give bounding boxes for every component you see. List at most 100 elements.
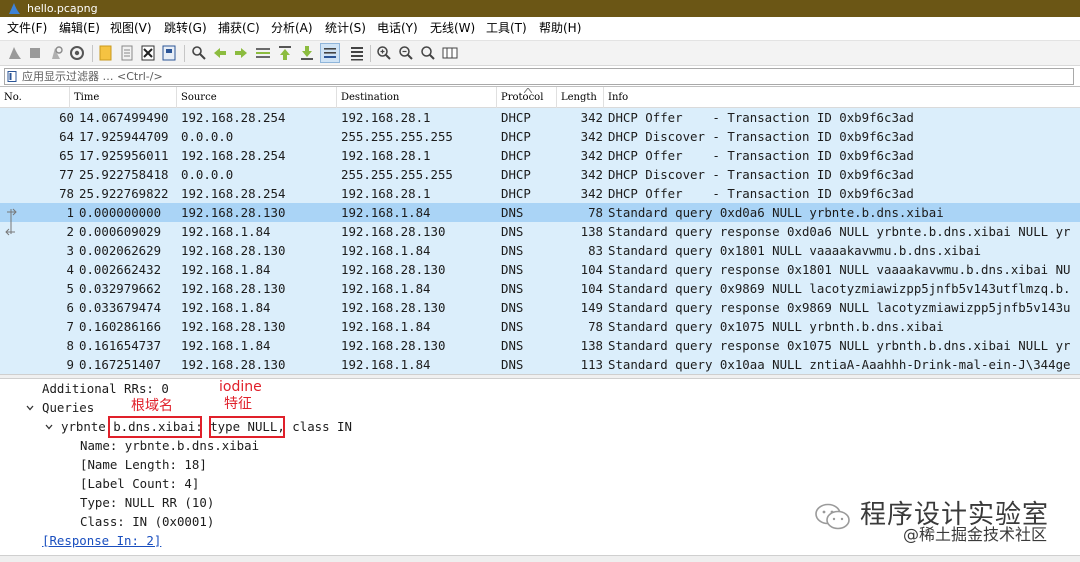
column-header-info[interactable]: Info [604,87,1080,108]
packet-cell-time: 0.161654737 [79,338,162,353]
zoom-normal-icon[interactable] [419,44,437,62]
menu-help[interactable]: 帮助(H) [539,17,581,40]
detail-query-line[interactable]: yrbnte b.dns.xibai: type NULL, class IN [61,417,352,436]
packet-cell-no: 7 [66,319,74,334]
packet-row[interactable]: 9 0.167251407 192.168.28.130 192.168.1.84 DN… [0,355,1080,374]
menu-analyze[interactable]: 分析(A) [271,17,313,40]
packet-row[interactable]: 7 0.160286166 192.168.28.130 192.168.1.84 DN… [0,317,1080,336]
menu-telephony[interactable]: 电话(Y) [377,17,418,40]
packet-cell-src: 192.168.28.130 [181,281,286,296]
packet-cell-no: 3 [66,243,74,258]
menu-view[interactable]: 视图(V) [110,17,152,40]
packet-cell-src: 192.168.1.84 [181,262,271,277]
resize-columns-icon[interactable] [441,44,459,62]
menu-go[interactable]: 跳转(G) [164,17,207,40]
packet-cell-dst: 192.168.1.84 [341,205,431,220]
detail-additional-rrs[interactable]: Additional RRs: 0 [42,379,169,398]
chevron-down-icon[interactable] [45,423,53,431]
close-file-icon[interactable] [139,44,157,62]
display-filter-input[interactable]: 应用显示过滤器 … <Ctrl-/> [4,68,1074,85]
column-header-no[interactable]: No. [0,87,70,108]
column-header-time[interactable]: Time [70,87,177,108]
packet-row[interactable]: 8 0.161654737 192.168.1.84 192.168.28.130 DN… [0,336,1080,355]
packet-row[interactable]: 64 17.925944709 0.0.0.0 255.255.255.255 DHCP… [0,127,1080,146]
packet-cell-src: 192.168.28.254 [181,148,286,163]
annotation-iodine: iodine [219,379,262,395]
packet-cell-no: 4 [66,262,74,277]
packet-cell-dst: 192.168.28.1 [341,186,431,201]
packet-cell-no: 8 [66,338,74,353]
packet-cell-len: 342 [580,129,603,144]
auto-scroll-icon[interactable] [320,43,340,63]
find-packet-icon[interactable] [190,44,208,62]
shark-fin-start-icon[interactable] [6,44,24,62]
go-to-packet-icon[interactable] [254,44,272,62]
open-folder-icon[interactable] [97,44,115,62]
packet-row[interactable]: 65 17.925956011 192.168.28.254 192.168.28.1… [0,146,1080,165]
menu-wireless[interactable]: 无线(W) [430,17,475,40]
packet-cell-src: 192.168.28.130 [181,205,286,220]
packet-row[interactable]: 60 14.067499490 192.168.28.254 192.168.28.1… [0,108,1080,127]
packet-cell-dst: 192.168.1.84 [341,243,431,258]
packet-cell-src: 192.168.28.130 [181,319,286,334]
packet-row[interactable]: 4 0.002662432 192.168.1.84 192.168.28.130 DN… [0,260,1080,279]
packet-cell-time: 0.000000000 [79,205,162,220]
restart-icon[interactable] [47,44,65,62]
detail-type[interactable]: Type: NULL RR (10) [80,493,214,512]
packet-row[interactable]: 1 0.000000000 192.168.28.130 192.168.1.84 DN… [0,203,1080,222]
chevron-down-icon[interactable] [26,404,34,412]
packet-row[interactable]: 2 0.000609029 192.168.1.84 192.168.28.130 DN… [0,222,1080,241]
go-back-icon[interactable] [211,44,229,62]
colorize-icon[interactable] [348,44,366,62]
packet-row[interactable]: 3 0.002062629 192.168.28.130 192.168.1.84 DN… [0,241,1080,260]
packet-cell-no: 9 [66,357,74,372]
detail-name[interactable]: Name: yrbnte.b.dns.xibai [80,436,259,455]
detail-name-length[interactable]: [Name Length: 18] [80,455,207,474]
column-header-source[interactable]: Source [177,87,337,108]
detail-class[interactable]: Class: IN (0x0001) [80,512,214,531]
packet-cell-proto: DHCP [501,186,531,201]
packet-cell-src: 0.0.0.0 [181,167,234,182]
menu-tools[interactable]: 工具(T) [486,17,527,40]
zoom-out-icon[interactable] [397,44,415,62]
packet-cell-time: 0.032979662 [79,281,162,296]
menu-file[interactable]: 文件(F) [7,17,47,40]
column-header-length[interactable]: Length [557,87,604,108]
packet-cell-no: 5 [66,281,74,296]
packet-cell-len: 342 [580,167,603,182]
menu-capture[interactable]: 捕获(C) [218,17,260,40]
response-in-link[interactable]: [Response In: 2] [42,531,161,550]
menu-statistics[interactable]: 统计(S) [325,17,366,40]
column-header-destination[interactable]: Destination [337,87,497,108]
sort-ascending-icon [524,88,532,93]
packet-cell-time: 0.033679474 [79,300,162,315]
packet-cell-proto: DHCP [501,148,531,163]
detail-label-count[interactable]: [Label Count: 4] [80,474,199,493]
detail-queries[interactable]: Queries [42,398,94,417]
zoom-in-icon[interactable] [375,44,393,62]
packet-row[interactable]: 5 0.032979662 192.168.28.130 192.168.1.84 DN… [0,279,1080,298]
menu-edit[interactable]: 编辑(E) [59,17,100,40]
file-set-icon[interactable] [118,44,136,62]
packet-cell-info: Standard query response 0x1801 NULL vaaa… [608,262,1071,277]
packet-row[interactable]: 77 25.922758418 0.0.0.0 255.255.255.255 DHCP… [0,165,1080,184]
packet-cell-len: 78 [588,205,603,220]
packet-cell-no: 77 [59,167,74,182]
packet-row[interactable]: 6 0.033679474 192.168.1.84 192.168.28.130 DN… [0,298,1080,317]
packet-cell-info: Standard query 0x1075 NULL yrbnth.b.dns.… [608,319,944,334]
capture-options-gear-icon[interactable] [68,44,86,62]
packet-cell-dst: 255.255.255.255 [341,167,453,182]
go-last-icon[interactable] [298,44,316,62]
packet-list-header: No. Time Source Destination Protocol Len… [0,87,1080,108]
related-response-icon [5,222,15,236]
reload-icon[interactable] [160,44,178,62]
packet-cell-dst: 192.168.28.130 [341,300,446,315]
packet-cell-time: 0.167251407 [79,357,162,372]
packet-cell-proto: DNS [501,281,524,296]
packet-cell-time: 17.925956011 [79,148,169,163]
go-first-icon[interactable] [276,44,294,62]
filter-bookmark-icon[interactable] [7,71,17,82]
go-forward-icon[interactable] [232,44,250,62]
stop-square-icon[interactable] [26,44,44,62]
packet-row[interactable]: 78 25.922769822 192.168.28.254 192.168.28.1… [0,184,1080,203]
